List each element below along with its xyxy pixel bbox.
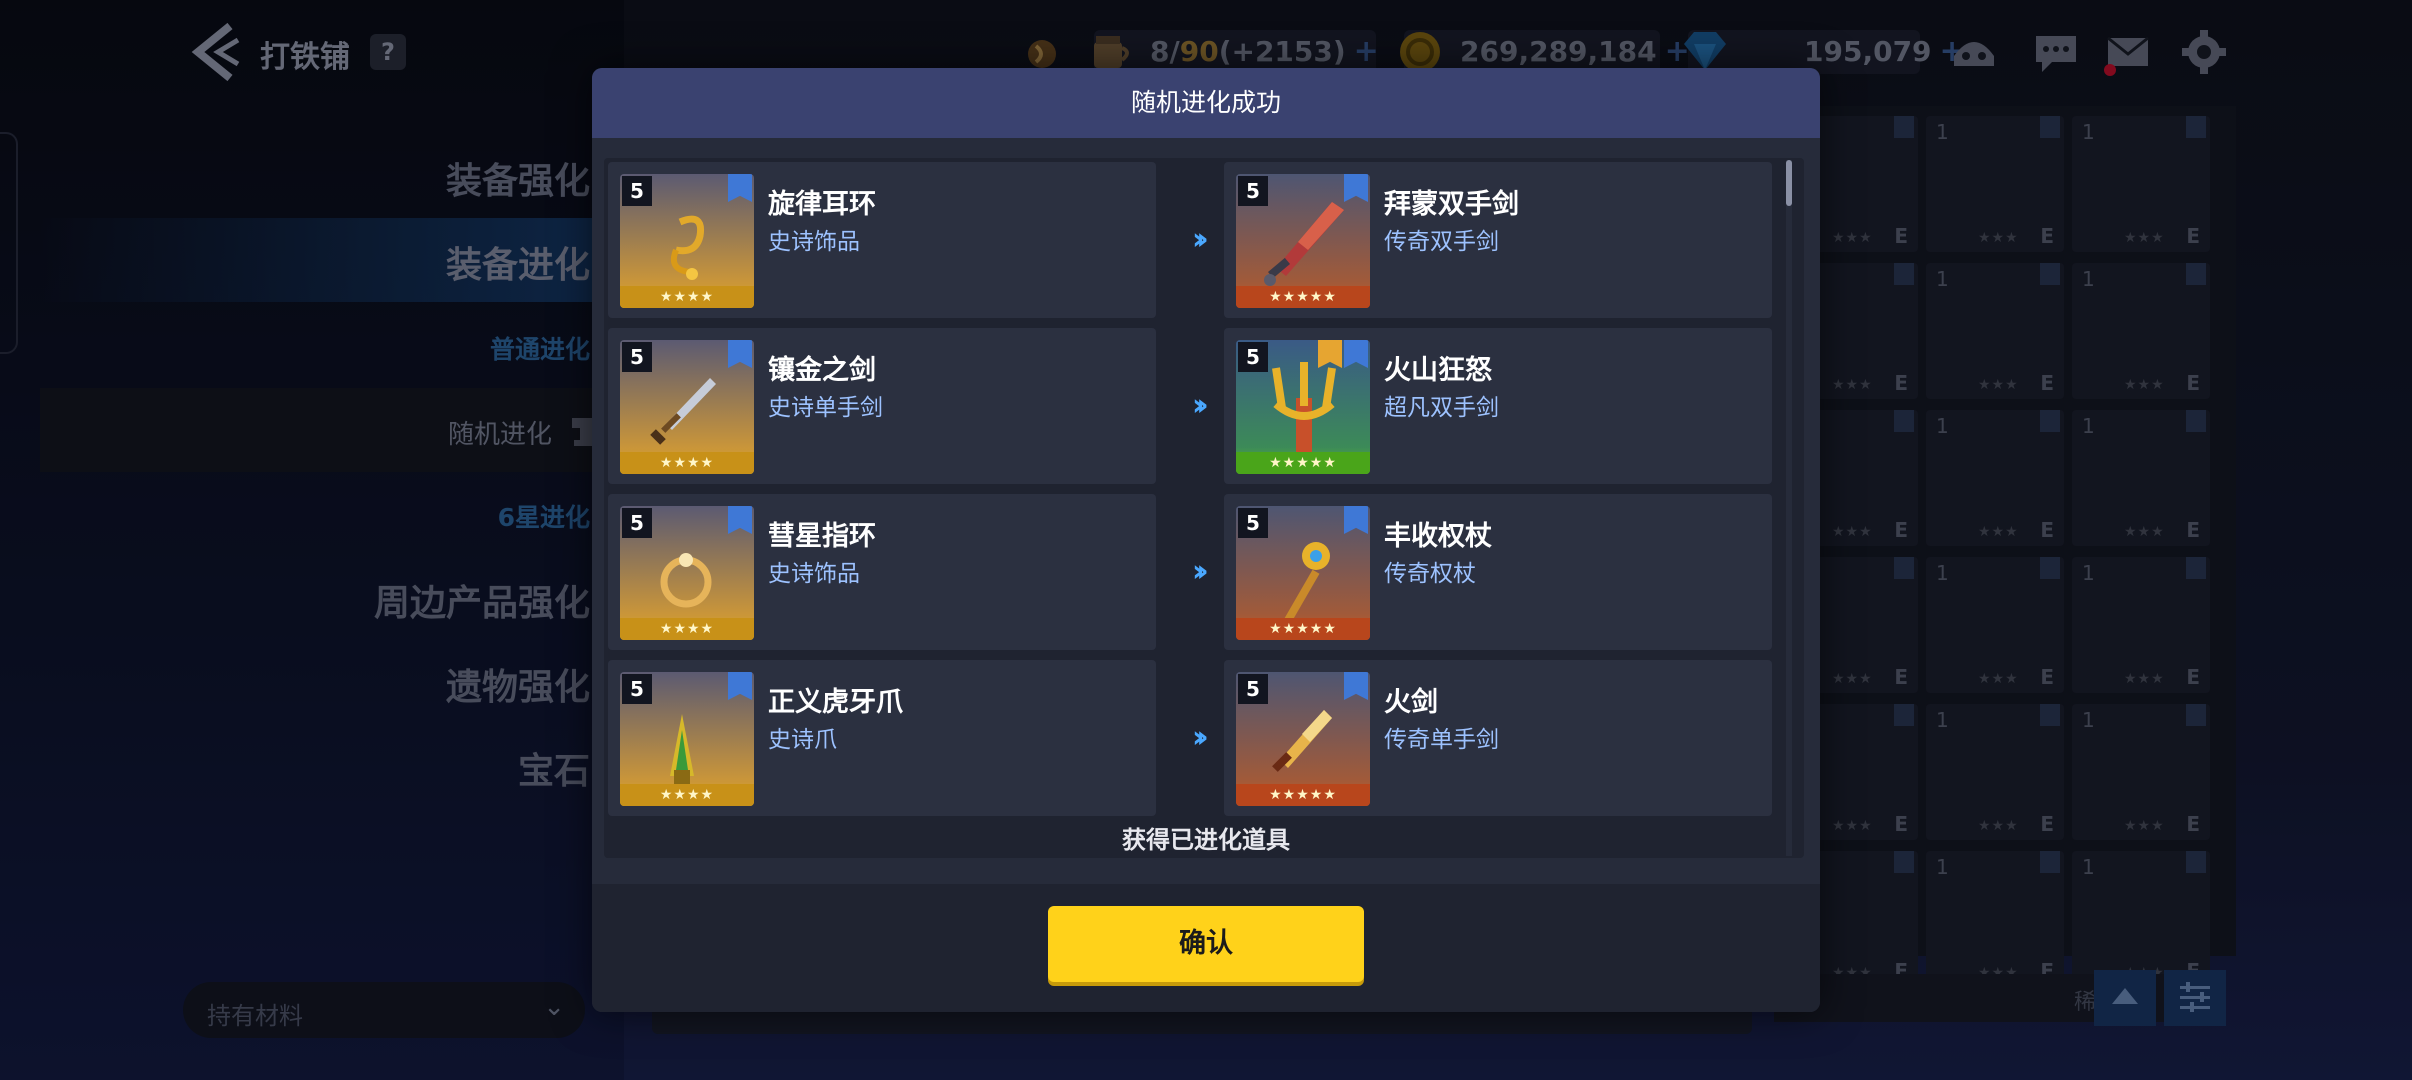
level-badge: 5 (1238, 674, 1268, 704)
result-item-thumbnail[interactable]: 5 ★★★★★ (1236, 672, 1370, 806)
evolve-arrow-icon: ›› (1192, 720, 1209, 755)
source-item-name: 彗星指环 (768, 521, 876, 552)
level-badge: 5 (622, 176, 652, 206)
source-item-name: 正义虎牙爪 (768, 687, 903, 718)
result-item-card[interactable]: 5 ★★★★★ 火剑 传奇单手剑 (1224, 660, 1772, 816)
scepter-icon (1284, 542, 1330, 623)
source-item-card[interactable]: 5 ★★★★ 旋律耳环 史诗饰品 (608, 162, 1156, 318)
rarity-stars: ★★★★★ (1236, 286, 1370, 308)
rarity-stars: ★★★★ (620, 784, 754, 806)
result-item-type: 超凡双手剑 (1384, 395, 1499, 421)
rarity-stars: ★★★★ (620, 618, 754, 640)
result-item-name: 火山狂怒 (1384, 355, 1492, 386)
result-item-card[interactable]: 5 ★★★★★ 丰收权杖 传奇权杖 (1224, 494, 1772, 650)
source-item-thumbnail[interactable]: 5 ★★★★ (620, 174, 754, 308)
source-item-card[interactable]: 5 ★★★★ 彗星指环 史诗饰品 (608, 494, 1156, 650)
result-item-name: 拜蒙双手剑 (1384, 189, 1519, 220)
list-scrollbar-thumb[interactable] (1786, 160, 1792, 206)
greatsword-icon (1264, 202, 1344, 286)
result-item-name: 火剑 (1384, 687, 1438, 718)
level-badge: 5 (1238, 342, 1268, 372)
source-item-type: 史诗爪 (768, 727, 837, 753)
result-item-type: 传奇权杖 (1384, 561, 1476, 587)
result-item-card[interactable]: 5 ★★★★★ 火山狂怒 超凡双手剑 (1224, 328, 1772, 484)
evolve-result-dialog: 随机进化成功 5 ★★★★ 旋律耳环 史诗饰品 ›› 5 ★★★★★ 拜蒙双手剑… (592, 68, 1820, 1012)
evolved-items-list[interactable]: 5 ★★★★ 旋律耳环 史诗饰品 ›› 5 ★★★★★ 拜蒙双手剑 传奇双手剑 … (604, 158, 1804, 858)
source-item-thumbnail[interactable]: 5 ★★★★ (620, 672, 754, 806)
level-badge: 5 (1238, 508, 1268, 538)
obtain-message: 获得已进化道具 (1122, 826, 1290, 854)
evolve-arrow-icon: ›› (1192, 388, 1209, 423)
result-item-thumbnail[interactable]: 5 ★★★★★ (1236, 340, 1370, 474)
result-item-name: 丰收权杖 (1384, 521, 1492, 552)
source-item-type: 史诗单手剑 (768, 395, 883, 421)
result-item-thumbnail[interactable]: 5 ★★★★★ (1236, 174, 1370, 308)
level-badge: 5 (622, 508, 652, 538)
trident-icon (1272, 362, 1336, 458)
source-item-name: 镶金之剑 (768, 355, 876, 386)
result-item-thumbnail[interactable]: 5 ★★★★★ (1236, 506, 1370, 640)
rarity-stars: ★★★★ (620, 452, 754, 474)
evolve-arrow-icon: ›› (1192, 554, 1209, 589)
ring-icon (660, 553, 712, 608)
rarity-stars: ★★★★★ (1236, 618, 1370, 640)
earring-icon (670, 215, 705, 280)
confirm-button[interactable]: 确认 (1048, 906, 1364, 982)
source-item-card[interactable]: 5 ★★★★ 正义虎牙爪 史诗爪 (608, 660, 1156, 816)
dialog-title: 随机进化成功 (592, 68, 1820, 138)
source-item-thumbnail[interactable]: 5 ★★★★ (620, 340, 754, 474)
result-item-card[interactable]: 5 ★★★★★ 拜蒙双手剑 传奇双手剑 (1224, 162, 1772, 318)
sword-icon (650, 378, 716, 445)
fire-sword-icon (1272, 710, 1332, 772)
source-item-type: 史诗饰品 (768, 561, 860, 587)
source-item-name: 旋律耳环 (768, 189, 876, 220)
evolve-arrow-icon: ›› (1192, 222, 1209, 257)
rarity-stars: ★★★★★ (1236, 784, 1370, 806)
rarity-stars: ★★★★★ (1236, 452, 1370, 474)
result-item-type: 传奇单手剑 (1384, 727, 1499, 753)
result-item-type: 传奇双手剑 (1384, 229, 1499, 255)
source-item-card[interactable]: 5 ★★★★ 镶金之剑 史诗单手剑 (608, 328, 1156, 484)
level-badge: 5 (1238, 176, 1268, 206)
source-item-thumbnail[interactable]: 5 ★★★★ (620, 506, 754, 640)
source-item-type: 史诗饰品 (768, 229, 860, 255)
rarity-stars: ★★★★ (620, 286, 754, 308)
claw-icon (670, 714, 694, 784)
list-scrollbar[interactable] (1786, 160, 1792, 856)
level-badge: 5 (622, 674, 652, 704)
level-badge: 5 (622, 342, 652, 372)
